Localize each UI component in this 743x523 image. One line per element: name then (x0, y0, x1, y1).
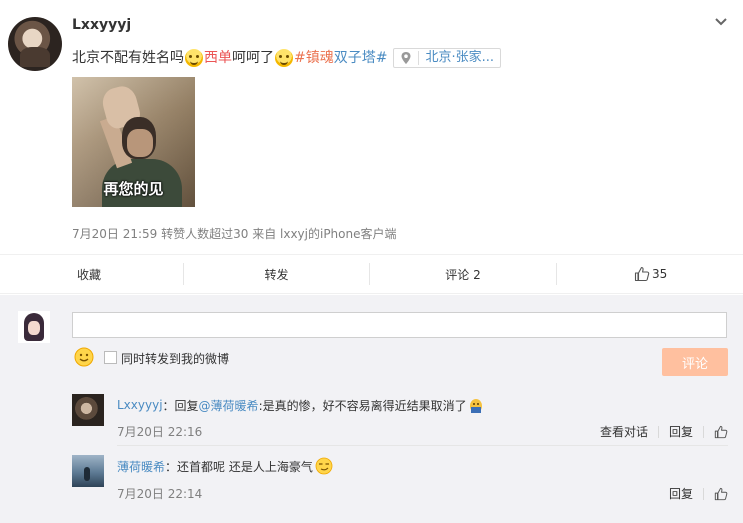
forward-label: 转发 (264, 267, 289, 282)
action-bar: 收藏 转发 评论 2 35 (0, 254, 743, 294)
comment-time: 7月20日 22:14 (117, 487, 203, 501)
comment-item: 薄荷暖希 ：还首都呢 还是人上海豪气 7月20日 22:14 回复 (72, 455, 728, 511)
also-forward-label: 同时转发到我的微博 (121, 352, 230, 366)
smug-emoji-icon (315, 457, 333, 475)
mention-link[interactable]: @薄荷暖希 (199, 397, 259, 414)
commenter-avatar[interactable] (72, 394, 104, 426)
hashtag-link-2[interactable]: 双子塔# (334, 48, 388, 68)
my-avatar[interactable] (18, 311, 50, 343)
thumbs-up-icon[interactable] (714, 425, 728, 439)
hashtag-link[interactable]: #镇魂 (294, 48, 334, 68)
commenter-name[interactable]: Lxxyyyj (117, 398, 163, 412)
favorite-label: 收藏 (77, 267, 102, 282)
post-text-segment-2: 呵呵了 (232, 50, 274, 66)
smile-emoji-icon (185, 49, 203, 67)
comment-label: 评论 2 (445, 267, 481, 282)
location-divider (418, 51, 420, 65)
favorite-button[interactable]: 收藏 (0, 254, 183, 294)
chevron-down-icon[interactable] (713, 14, 729, 30)
comment-actions: 回复 (669, 485, 728, 502)
post-meta: 7月20日 21:59 转赞人数超过30 来自 lxxyj的iPhone客户端 (72, 227, 397, 241)
post-photo[interactable]: 再您的见 (72, 77, 195, 207)
comment-time: 7月20日 22:16 (117, 425, 203, 439)
comment-text: 薄荷暖希 ：还首都呢 还是人上海豪气 (117, 457, 333, 475)
photo-caption: 再您的见 (103, 180, 164, 198)
smile-emoji-icon-2 (275, 49, 293, 67)
view-thread-link[interactable]: 查看对话 (600, 423, 648, 440)
commenter-name[interactable]: 薄荷暖希 (117, 458, 165, 475)
also-forward-checkbox[interactable] (104, 351, 117, 364)
submit-comment-button[interactable]: 评论 (662, 348, 728, 376)
post-text-red: 西单 (204, 50, 232, 66)
like-button[interactable]: 35 (557, 254, 743, 294)
author-username[interactable]: Lxxyyyj (72, 17, 131, 33)
comment-section: 同时转发到我的微博 评论 Lxxyyyj ：回复 @薄荷暖希 :是真的惨，好不容… (0, 295, 743, 523)
commenter-avatar[interactable] (72, 455, 104, 487)
author-avatar[interactable] (8, 17, 62, 71)
location-pin-icon (401, 52, 411, 64)
comment-actions: 查看对话 回复 (600, 423, 728, 440)
location-tag[interactable]: 北京·张家... (393, 48, 501, 68)
comment-input[interactable] (72, 312, 727, 338)
thumbs-up-icon (634, 266, 650, 282)
like-count: 35 (652, 267, 668, 281)
weibo-post-card: Lxxyyyj 北京不配有姓名吗 西单 呵呵了 #镇魂 双子塔# 北京·张家...… (0, 0, 743, 523)
emoji-picker-icon[interactable] (74, 347, 94, 367)
location-label: 北京·张家... (425, 50, 494, 65)
sweat-emoji-icon (469, 399, 482, 413)
comment-item: Lxxyyyj ：回复 @薄荷暖希 :是真的惨，好不容易离得近结果取消了 7月2… (72, 394, 728, 450)
comment-divider (117, 445, 728, 446)
comment-body: ：还首都呢 还是人上海豪气 (165, 459, 313, 474)
forward-button[interactable]: 转发 (184, 254, 369, 294)
comment-button[interactable]: 评论 2 (370, 254, 556, 294)
comment-text: Lxxyyyj ：回复 @薄荷暖希 :是真的惨，好不容易离得近结果取消了 (117, 396, 483, 414)
reply-link[interactable]: 回复 (669, 485, 693, 502)
post-text: 北京不配有姓名吗 西单 呵呵了 #镇魂 双子塔# 北京·张家... (72, 48, 501, 68)
reply-prefix: ：回复 (162, 398, 199, 413)
post-text-segment: 北京不配有姓名吗 (72, 50, 184, 66)
comment-body: :是真的惨，好不容易离得近结果取消了 (258, 398, 467, 413)
thumbs-up-icon[interactable] (714, 487, 728, 501)
reply-link[interactable]: 回复 (669, 423, 693, 440)
